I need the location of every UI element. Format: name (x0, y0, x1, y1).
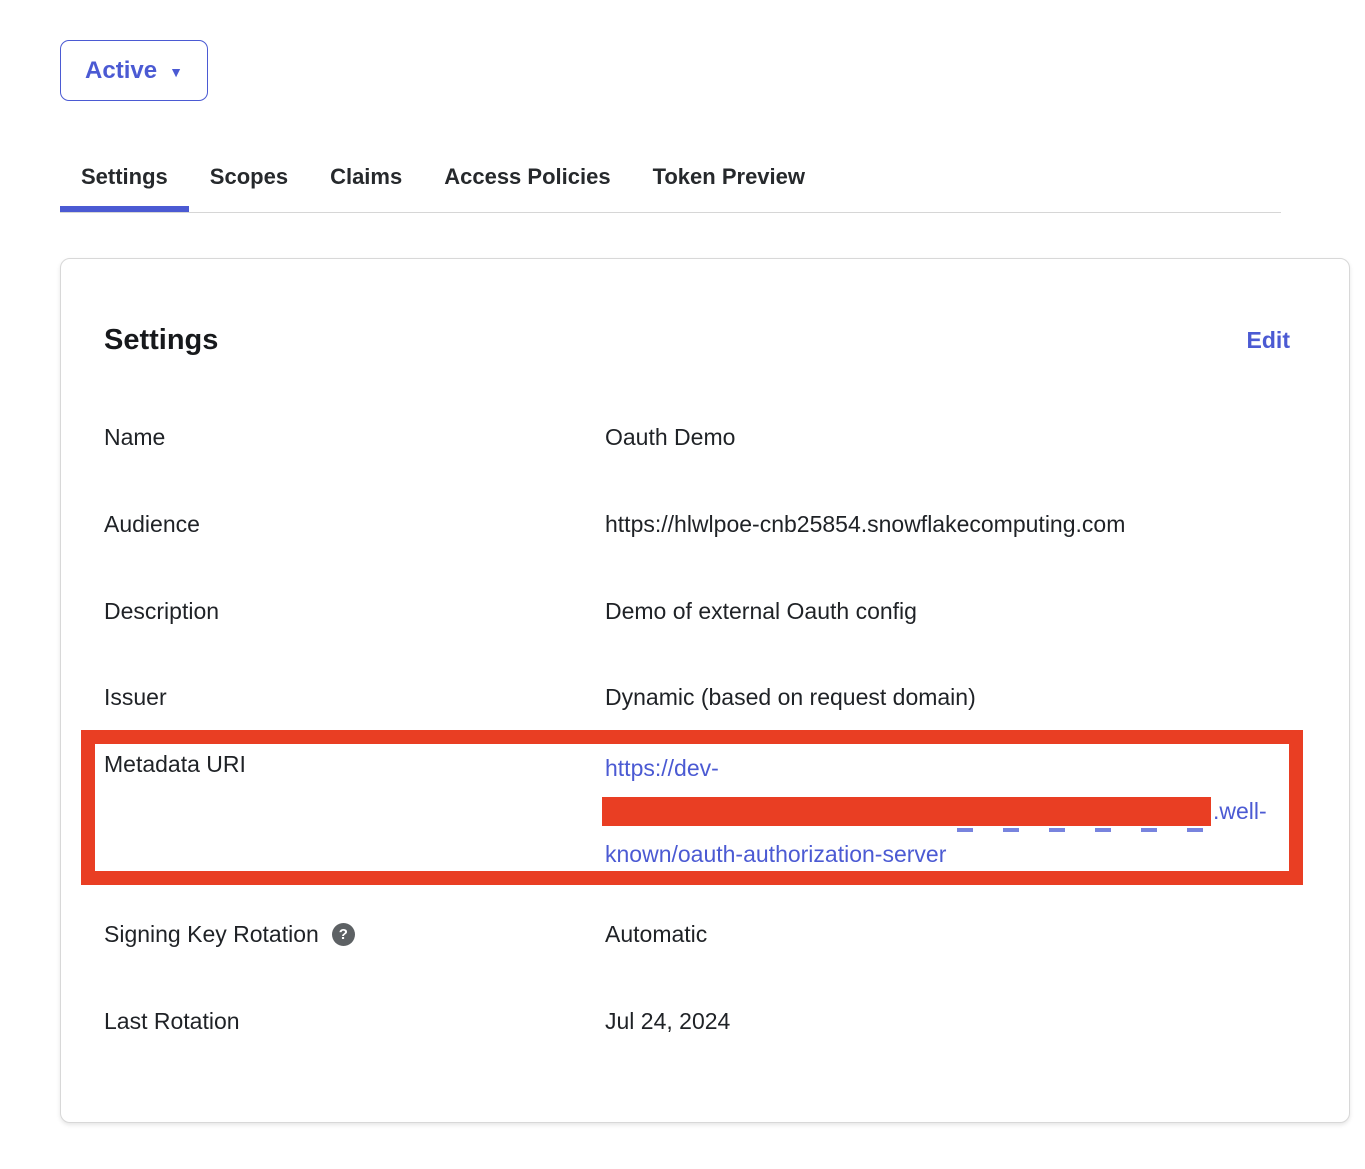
tab-label: Access Policies (444, 164, 610, 190)
card-header: Settings Edit (104, 324, 1290, 357)
field-row-issuer: Issuer Dynamic (based on request domain) (104, 684, 1290, 711)
card-title: Settings (104, 324, 218, 357)
field-label-metadata-uri: Metadata URI (95, 744, 605, 876)
field-label: Audience (104, 511, 605, 538)
field-value: Oauth Demo (605, 424, 1290, 451)
field-row-signing-key-rotation: Signing Key Rotation ? Automatic (104, 921, 1290, 948)
tab-access-policies[interactable]: Access Policies (423, 148, 631, 212)
redaction-bar (602, 797, 1211, 826)
tab-claims[interactable]: Claims (309, 148, 423, 212)
field-row-last-rotation: Last Rotation Jul 24, 2024 (104, 1008, 1290, 1035)
settings-card: Settings Edit Name Oauth Demo Audience h… (60, 258, 1350, 1123)
tab-label: Settings (81, 164, 168, 190)
edit-button[interactable]: Edit (1247, 327, 1290, 354)
field-value: Automatic (605, 921, 1290, 948)
status-dropdown-label: Active (85, 57, 157, 85)
metadata-uri-line2-suffix: .well- (1213, 790, 1267, 833)
tab-settings[interactable]: Settings (60, 148, 189, 212)
metadata-uri-annotation-box: Metadata URI https://dev- .well- known/o… (81, 730, 1303, 885)
metadata-uri-line2: .well- (605, 790, 1289, 833)
tab-token-preview[interactable]: Token Preview (632, 148, 826, 212)
field-value: Demo of external Oauth config (605, 598, 1290, 625)
tab-label: Claims (330, 164, 402, 190)
field-value: Jul 24, 2024 (605, 1008, 1290, 1035)
tab-scopes[interactable]: Scopes (189, 148, 309, 212)
field-row-audience: Audience https://hlwlpoe-cnb25854.snowfl… (104, 511, 1290, 538)
chevron-down-icon: ▼ (169, 65, 183, 79)
tab-label: Scopes (210, 164, 288, 190)
field-label: Issuer (104, 684, 605, 711)
tab-label: Token Preview (653, 164, 805, 190)
field-label: Name (104, 424, 605, 451)
metadata-uri-line1: https://dev- (605, 747, 1289, 790)
field-row-description: Description Demo of external Oauth confi… (104, 598, 1290, 625)
field-row-name: Name Oauth Demo (104, 424, 1290, 451)
metadata-uri-link[interactable]: https://dev- .well- known/oauth-authoriz… (605, 744, 1289, 876)
status-dropdown-button[interactable]: Active ▼ (60, 40, 208, 101)
field-label: Last Rotation (104, 1008, 605, 1035)
field-value: Dynamic (based on request domain) (605, 684, 1290, 711)
field-value: https://hlwlpoe-cnb25854.snowflakecomput… (605, 511, 1290, 538)
field-label: Description (104, 598, 605, 625)
metadata-uri-line3: known/oauth-authorization-server (605, 833, 1289, 876)
help-icon[interactable]: ? (332, 923, 355, 946)
tab-bar: Settings Scopes Claims Access Policies T… (60, 148, 1281, 213)
page: Active ▼ Settings Scopes Claims Access P… (0, 0, 1365, 1169)
field-label: Signing Key Rotation ? (104, 921, 605, 948)
